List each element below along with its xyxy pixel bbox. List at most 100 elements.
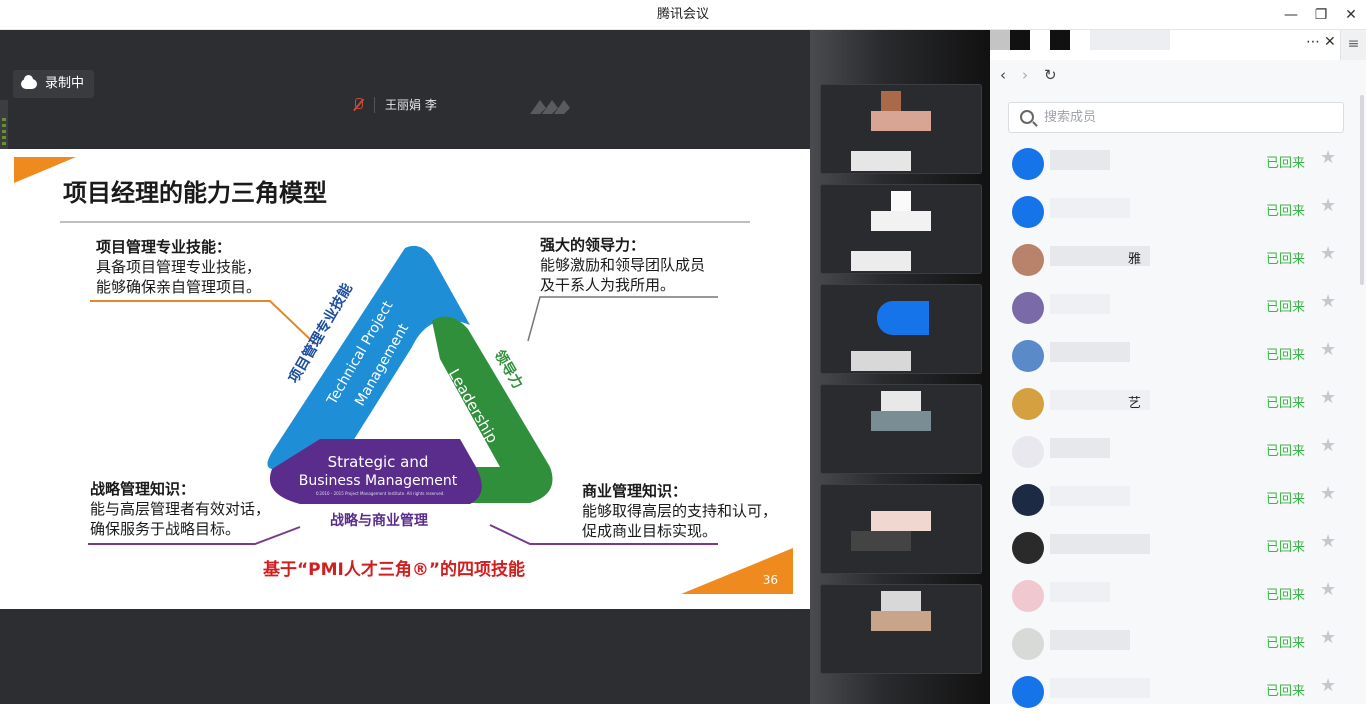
member-name-redacted bbox=[1050, 630, 1130, 650]
avatar bbox=[1012, 436, 1044, 468]
panel-nav: ‹ › ↻ bbox=[1000, 66, 1057, 84]
member-status: 已回来 bbox=[1266, 348, 1306, 363]
strategic-knowledge-block: 战略管理知识： 能与高层管理者有效对话， 确保服务于战略目标。 bbox=[90, 480, 271, 538]
avatar bbox=[1012, 292, 1044, 324]
avatar bbox=[1012, 340, 1044, 372]
triangle-bottom-cn: 战略与商业管理 bbox=[330, 513, 428, 529]
avatar bbox=[1012, 628, 1044, 660]
speaker-name: 王丽娟 李 bbox=[385, 98, 437, 112]
member-row[interactable]: 已回来 ★ bbox=[990, 330, 1366, 378]
member-status: 已回来 bbox=[1266, 444, 1306, 459]
forward-icon[interactable]: › bbox=[1022, 66, 1028, 84]
member-name-redacted bbox=[1050, 342, 1130, 362]
member-name-redacted bbox=[1050, 438, 1110, 458]
member-status: 已回来 bbox=[1266, 252, 1306, 267]
mic-muted-icon bbox=[352, 97, 364, 112]
member-row[interactable]: 已回来 ★ bbox=[990, 426, 1366, 474]
window-title: 腾讯会议 bbox=[656, 7, 709, 22]
search-placeholder: 搜索成员 bbox=[1044, 110, 1097, 125]
back-icon[interactable]: ‹ bbox=[1000, 66, 1006, 84]
star-icon[interactable]: ★ bbox=[1320, 147, 1336, 168]
member-row[interactable]: 已回来 ★ bbox=[990, 474, 1366, 522]
star-icon[interactable]: ★ bbox=[1320, 483, 1336, 504]
triangle-copyright: ©2010 - 2015 Project Management Institut… bbox=[315, 491, 445, 496]
star-icon[interactable]: ★ bbox=[1320, 627, 1336, 648]
member-row[interactable]: 已回来 ★ bbox=[990, 138, 1366, 186]
member-row[interactable]: 已回来 ★ bbox=[990, 522, 1366, 570]
star-icon[interactable]: ★ bbox=[1320, 339, 1336, 360]
member-name-redacted bbox=[1050, 486, 1130, 506]
member-status: 已回来 bbox=[1266, 588, 1306, 603]
minimize-icon[interactable]: — bbox=[1276, 0, 1306, 30]
avatar bbox=[1012, 532, 1044, 564]
member-status: 已回来 bbox=[1266, 684, 1306, 699]
member-row[interactable]: 雅 已回来 ★ bbox=[990, 234, 1366, 282]
tencent-meeting-logo-icon bbox=[530, 100, 570, 114]
member-name-redacted bbox=[1050, 678, 1150, 698]
avatar bbox=[1012, 676, 1044, 708]
slide-tagline: 基于“PMI人才三角®”的四项技能 bbox=[263, 560, 526, 580]
triangle-bottom-en-2: Business Management bbox=[298, 473, 458, 489]
star-icon[interactable]: ★ bbox=[1320, 579, 1336, 600]
close-icon[interactable]: ✕ bbox=[1336, 0, 1366, 30]
business-knowledge-block: 商业管理知识： 能够取得高层的支持和认可， 促成商业目标实现。 bbox=[582, 482, 778, 540]
member-status: 已回来 bbox=[1266, 204, 1306, 219]
triangle-bottom-en-1: Strategic and bbox=[327, 453, 429, 471]
member-row[interactable]: 已回来 ★ bbox=[990, 282, 1366, 330]
star-icon[interactable]: ★ bbox=[1320, 435, 1336, 456]
slide-page-number: 36 bbox=[762, 573, 778, 587]
member-name-redacted bbox=[1050, 582, 1110, 602]
shared-slide: 项目经理的能力三角模型 Technical Project Management… bbox=[0, 149, 810, 609]
member-row[interactable]: 艺 已回来 ★ bbox=[990, 378, 1366, 426]
avatar bbox=[1012, 196, 1044, 228]
avatar bbox=[1012, 580, 1044, 612]
member-name-redacted bbox=[1050, 150, 1110, 170]
star-icon[interactable]: ★ bbox=[1320, 531, 1336, 552]
member-status: 已回来 bbox=[1266, 492, 1306, 507]
video-tile[interactable] bbox=[820, 584, 982, 674]
member-name-redacted bbox=[1050, 294, 1110, 314]
video-tile[interactable] bbox=[820, 384, 982, 474]
search-icon bbox=[1020, 110, 1034, 124]
member-row[interactable]: 已回来 ★ bbox=[990, 186, 1366, 234]
refresh-icon[interactable]: ↻ bbox=[1044, 66, 1057, 84]
video-tile[interactable] bbox=[820, 284, 982, 374]
member-name: 雅 bbox=[1128, 252, 1142, 267]
star-icon[interactable]: ★ bbox=[1320, 291, 1336, 312]
member-row[interactable]: 已回来 ★ bbox=[990, 570, 1366, 618]
recording-badge[interactable]: 录制中 bbox=[13, 70, 95, 98]
member-status: 已回来 bbox=[1266, 396, 1306, 411]
avatar bbox=[1012, 244, 1044, 276]
star-icon[interactable]: ★ bbox=[1320, 195, 1336, 216]
leadership-block: 强大的领导力： 能够激励和领导团队成员 及干系人为我所用。 bbox=[540, 236, 706, 294]
more-icon[interactable]: ⋯ bbox=[1306, 34, 1320, 50]
active-speaker: 王丽娟 李 bbox=[352, 96, 437, 113]
restore-icon[interactable]: ❐ bbox=[1306, 0, 1336, 30]
video-tile[interactable] bbox=[820, 84, 982, 174]
member-status: 已回来 bbox=[1266, 540, 1306, 555]
member-list-scrollbar[interactable] bbox=[1360, 95, 1364, 285]
member-search-input[interactable]: 搜索成员 bbox=[1008, 102, 1344, 133]
star-icon[interactable]: ★ bbox=[1320, 675, 1336, 696]
audio-level-meter bbox=[0, 100, 8, 150]
avatar bbox=[1012, 148, 1044, 180]
title-bar: 腾讯会议 — ❐ ✕ bbox=[0, 0, 1366, 30]
video-strip bbox=[810, 30, 990, 704]
video-tile[interactable] bbox=[820, 484, 982, 574]
member-name-redacted bbox=[1050, 198, 1130, 218]
member-row[interactable]: 已回来 ★ bbox=[990, 618, 1366, 666]
cloud-icon bbox=[21, 75, 37, 89]
star-icon[interactable]: ★ bbox=[1320, 387, 1336, 408]
member-status: 已回来 bbox=[1266, 156, 1306, 171]
sidebar-toggle-icon[interactable]: ≡ bbox=[1340, 30, 1366, 60]
panel-close-icon[interactable]: ✕ bbox=[1324, 34, 1336, 50]
avatar bbox=[1012, 388, 1044, 420]
member-status: 已回来 bbox=[1266, 636, 1306, 651]
star-icon[interactable]: ★ bbox=[1320, 243, 1336, 264]
member-name: 艺 bbox=[1128, 396, 1142, 411]
video-tile[interactable] bbox=[820, 184, 982, 274]
member-row[interactable]: 已回来 ★ bbox=[990, 666, 1366, 714]
avatar bbox=[1012, 484, 1044, 516]
member-status: 已回来 bbox=[1266, 300, 1306, 315]
member-panel: ⋯ ✕ ‹ › ↻ 搜索成员 已回来 ★ 已回来 ★ 雅已回来 ★ 已回来 ★ 已回来 ★ 艺已回来… bbox=[990, 30, 1366, 708]
